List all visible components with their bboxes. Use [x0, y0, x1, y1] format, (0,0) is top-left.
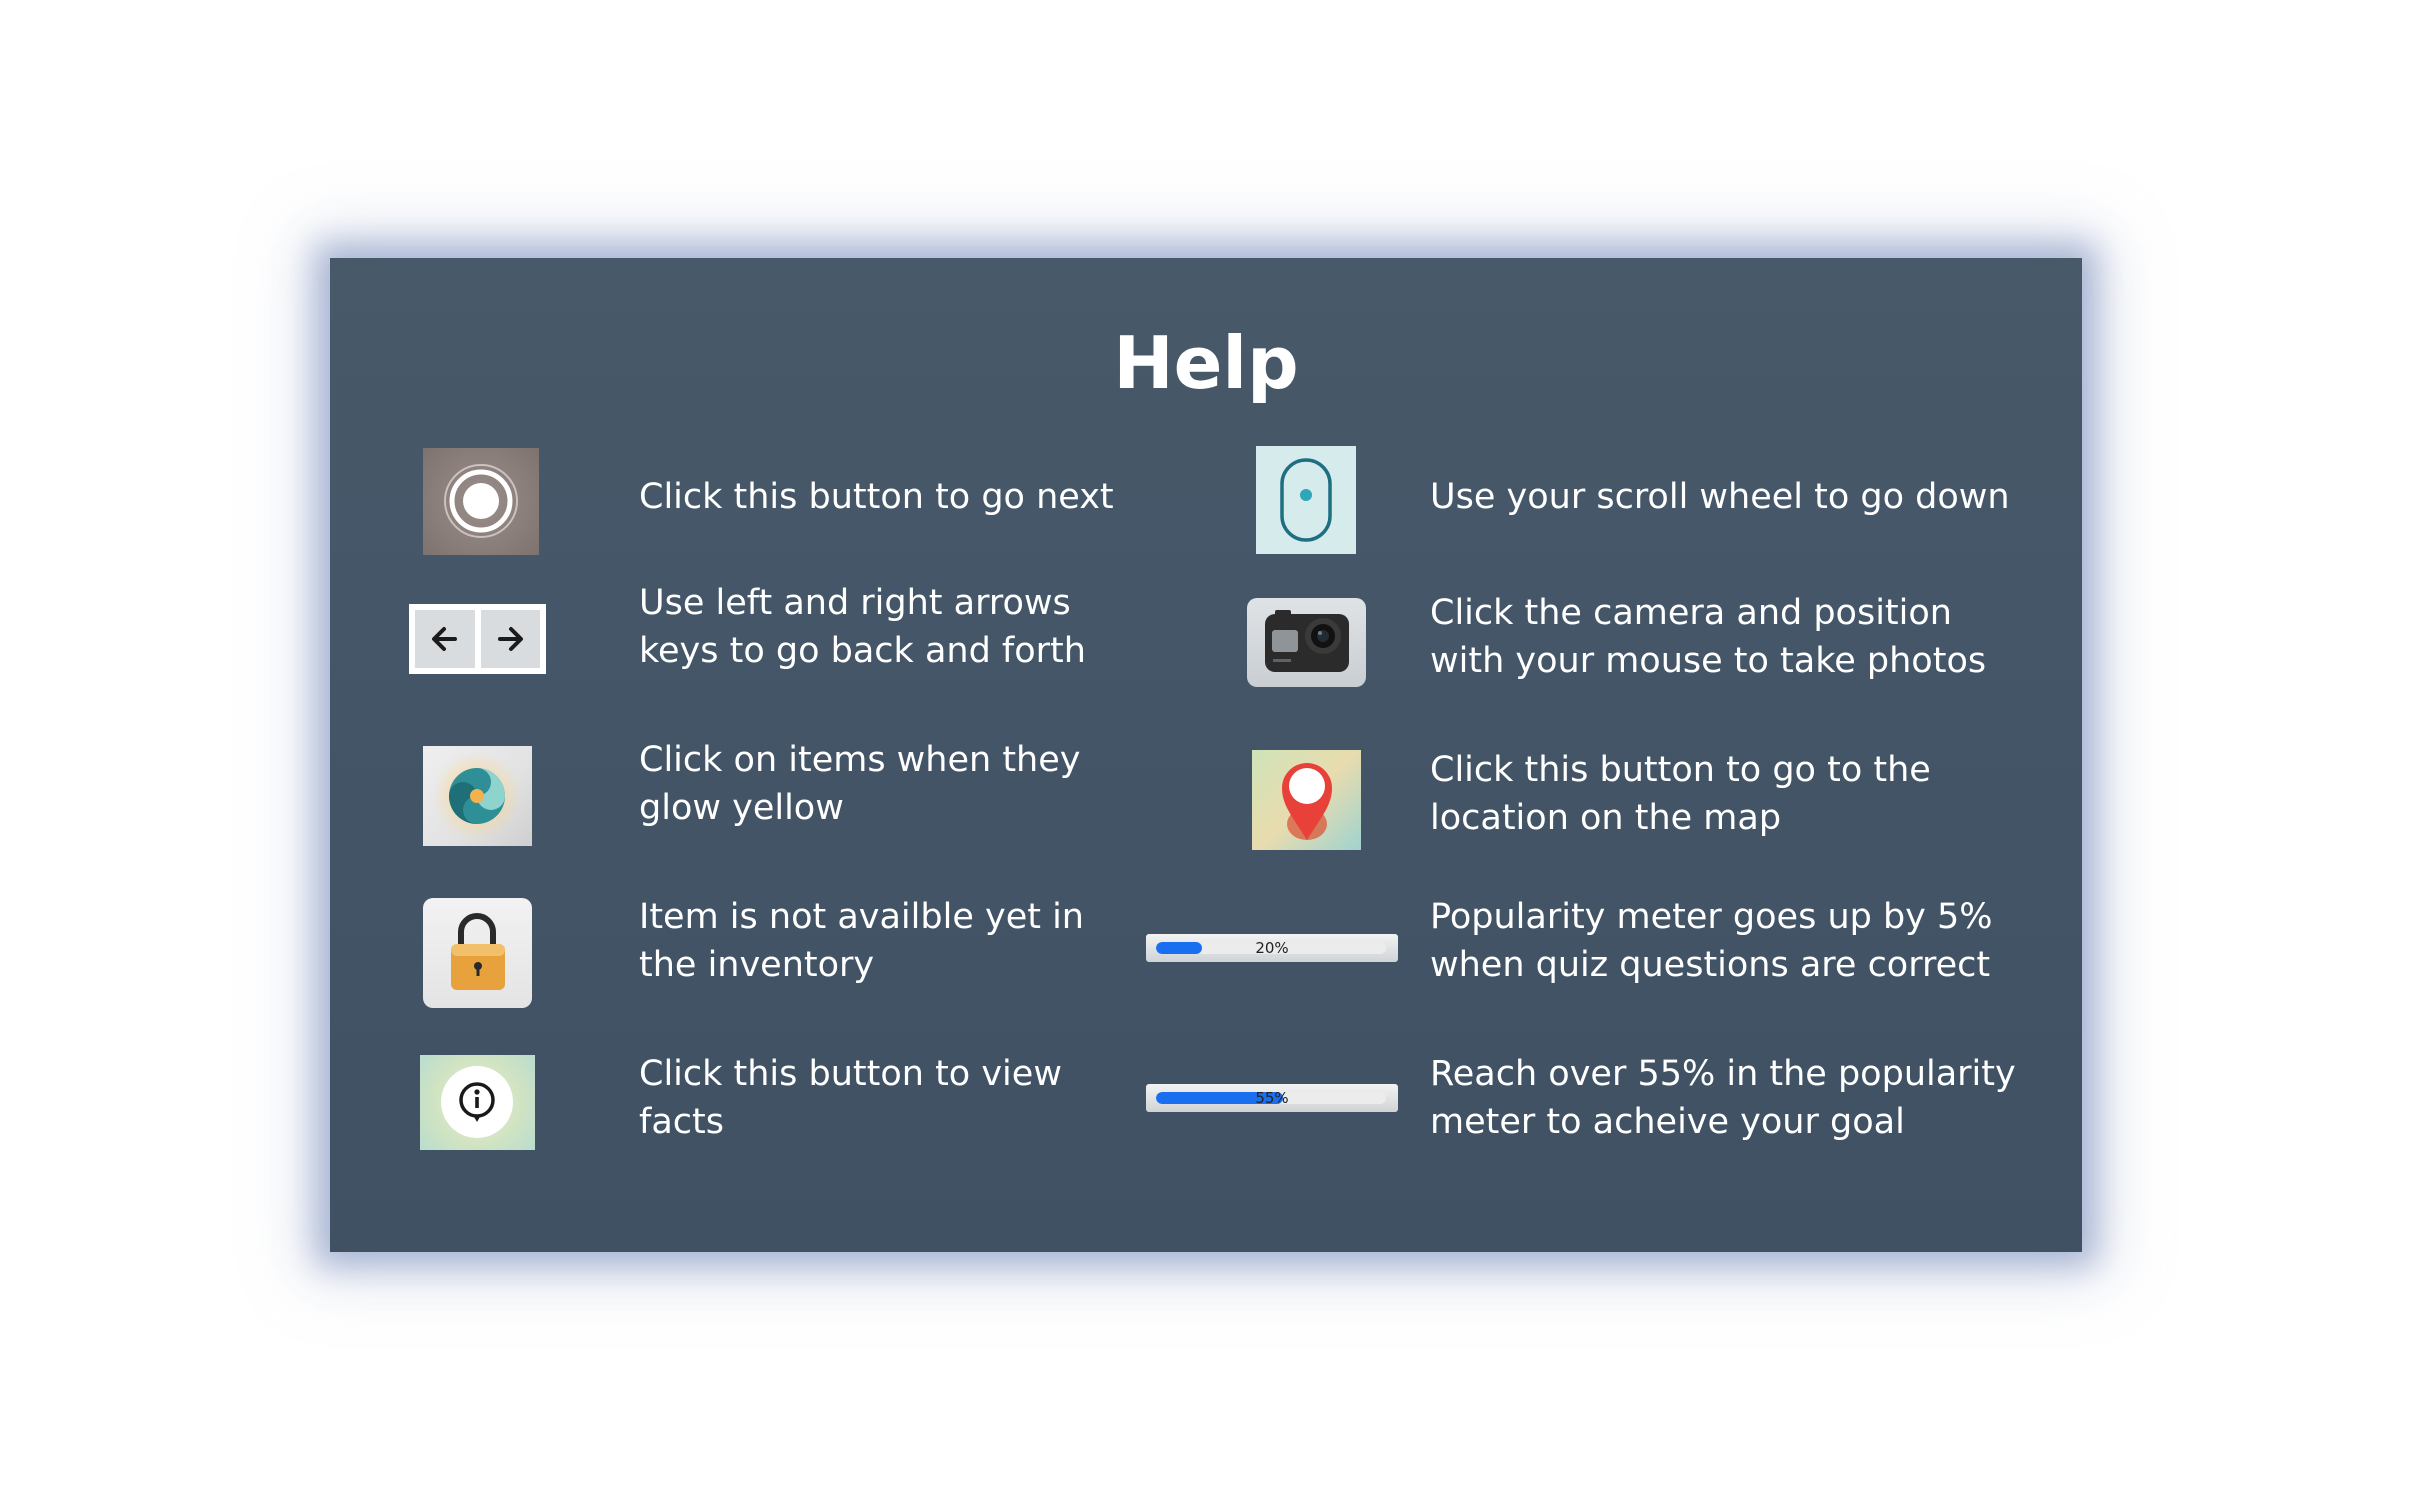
- left-arrow-icon: [431, 627, 457, 651]
- help-text-map: Click this button to go to the location …: [1430, 750, 1931, 838]
- meter-label: 20%: [1255, 939, 1289, 957]
- help-text-scroll: Use your scroll wheel to go down: [1430, 477, 2010, 517]
- mouse-scroll-icon: [1280, 458, 1332, 542]
- help-text-meter: Popularity meter goes up by 5% when quiz…: [1430, 897, 1993, 985]
- glow-item[interactable]: [423, 746, 532, 846]
- right-arrow-icon: [498, 627, 524, 651]
- help-panel: Help Click this button to go next Use le…: [330, 258, 2082, 1252]
- camera-button[interactable]: [1247, 598, 1366, 687]
- help-text-glow: Click on items when they glow yellow: [639, 740, 1081, 828]
- help-text-arrows: Use left and right arrows keys to go bac…: [639, 583, 1086, 671]
- panel-title: Help: [1113, 321, 1299, 405]
- help-text-goal: Reach over 55% in the popularity meter t…: [1430, 1054, 2016, 1142]
- meter-label: 55%: [1255, 1089, 1289, 1107]
- lock-icon: [451, 913, 505, 990]
- left-arrow-key: [415, 610, 475, 668]
- locked-item: [423, 898, 532, 1008]
- arrow-keys: [409, 604, 546, 674]
- map-pin-icon: [1282, 763, 1332, 840]
- next-button[interactable]: [423, 448, 539, 555]
- help-text-next: Click this button to go next: [639, 477, 1114, 517]
- glow-item-icon: [433, 752, 521, 840]
- map-location-button[interactable]: [1252, 750, 1361, 850]
- record-button-icon: [444, 464, 518, 538]
- help-text-facts: Click this button to view facts: [639, 1054, 1062, 1142]
- right-arrow-key: [480, 610, 540, 668]
- camera-icon: [1265, 610, 1349, 672]
- facts-button[interactable]: [420, 1055, 535, 1150]
- help-text-camera: Click the camera and position with your …: [1430, 593, 1987, 681]
- info-icon: [441, 1066, 513, 1138]
- help-text-lock: Item is not availble yet in the inventor…: [639, 897, 1084, 985]
- popularity-meter-goal: 55%: [1146, 1084, 1398, 1112]
- mouse-scroll: [1256, 446, 1356, 554]
- popularity-meter: 20%: [1146, 934, 1398, 962]
